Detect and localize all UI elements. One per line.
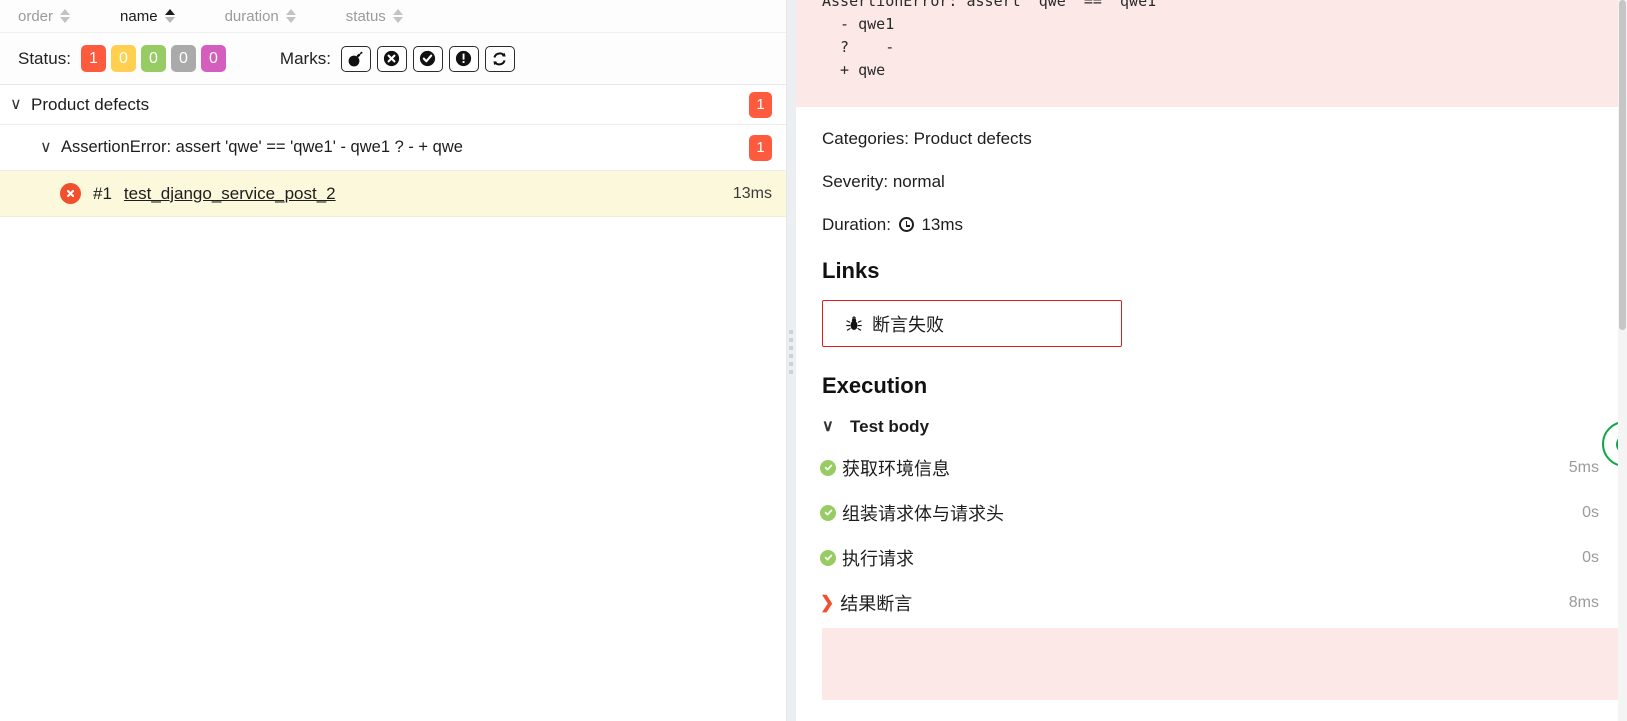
tree-test-row[interactable]: #1 test_django_service_post_2 13ms xyxy=(0,171,786,217)
sort-item-status[interactable]: status xyxy=(346,8,403,25)
bomb-icon xyxy=(349,51,364,66)
test-name-link[interactable]: test_django_service_post_2 xyxy=(124,184,336,204)
chevron-down-icon[interactable]: ∨ xyxy=(10,96,26,113)
test-detail-panel: AssertionError: assert 'qwe' == 'qwe1' -… xyxy=(796,0,1627,721)
step-error-block xyxy=(822,628,1627,700)
allure-report-window: order name duration status Status: 1 0 0 xyxy=(0,0,1627,721)
duration-value: 13ms xyxy=(921,215,964,234)
exclamation-circle-icon xyxy=(456,50,472,67)
check-circle-icon xyxy=(820,459,836,476)
execution-step-label: 结果断言 xyxy=(840,593,913,614)
sort-item-order[interactable]: order xyxy=(18,7,71,25)
tree-group-badge: 1 xyxy=(749,91,772,118)
clock-icon xyxy=(898,217,914,232)
x-circle-icon xyxy=(384,50,400,67)
tree-subgroup-label: AssertionError: assert 'qwe' == 'qwe1' -… xyxy=(61,138,463,156)
execution-step-duration: 5ms xyxy=(1568,458,1599,476)
execution-step-label: 组装请求体与请求头 xyxy=(842,503,1004,524)
panel-splitter[interactable] xyxy=(787,0,796,721)
test-meta: Categories: Product defects Severity: no… xyxy=(796,107,1627,437)
tree-group-label: Product defects xyxy=(31,94,150,114)
duration-label: Duration: xyxy=(822,215,891,234)
test-duration: 13ms xyxy=(732,184,772,202)
execution-step-row-failed[interactable]: ❯ 结果断言 8ms xyxy=(796,580,1627,625)
categories-line: Categories: Product defects xyxy=(822,129,1032,148)
execution-step-duration: 0s xyxy=(1582,548,1599,566)
chevron-right-icon[interactable]: ❯ xyxy=(820,593,834,613)
check-circle-icon xyxy=(420,50,436,67)
check-circle-icon xyxy=(820,549,836,566)
test-body-toggle[interactable]: ∨ Test body xyxy=(822,417,1601,437)
execution-steps: 获取环境信息 5ms 组装请求体与请求头 0s 执行请求 0s ❯ 结果断言 8… xyxy=(796,445,1627,700)
tree-subgroup-row[interactable]: ∨ AssertionError: assert 'qwe' == 'qwe1'… xyxy=(0,125,786,171)
chevron-down-icon[interactable]: ∨ xyxy=(40,139,56,156)
bug-icon xyxy=(846,315,862,331)
status-filter-label: Status: xyxy=(18,48,71,68)
duration-line: Duration: 13ms xyxy=(822,215,1601,235)
chevron-down-icon[interactable]: ∨ xyxy=(822,419,838,435)
refresh-icon xyxy=(493,51,507,65)
status-filter-chips: 1 0 0 0 0 xyxy=(80,45,226,72)
sort-item-duration[interactable]: duration xyxy=(225,8,296,25)
status-chip-failed[interactable]: 1 xyxy=(80,45,106,72)
status-chip-skipped[interactable]: 0 xyxy=(170,45,196,72)
sort-item-name-label: name xyxy=(120,7,158,25)
x-circle-icon xyxy=(60,183,81,204)
marks-filter-buttons xyxy=(340,45,515,72)
links-section-title: Links xyxy=(822,258,880,283)
status-chip-passed[interactable]: 0 xyxy=(140,45,166,72)
execution-step-label: 执行请求 xyxy=(842,548,914,569)
test-order-number: #1 xyxy=(93,183,112,203)
mark-broken-button[interactable] xyxy=(448,45,479,72)
page-scrollbar-thumb[interactable] xyxy=(1619,0,1626,330)
execution-step-duration: 0s xyxy=(1582,503,1599,521)
execution-step-row[interactable]: 获取环境信息 5ms xyxy=(796,445,1627,490)
execution-step-label: 获取环境信息 xyxy=(842,458,950,479)
execution-section-title: Execution xyxy=(822,373,928,398)
mark-retry-button[interactable] xyxy=(484,45,515,72)
test-tree: ∨ Product defects 1 ∨ AssertionError: as… xyxy=(0,85,786,721)
sort-bar: order name duration status xyxy=(0,0,786,33)
mark-flaky-button[interactable] xyxy=(340,45,371,72)
sort-item-status-label: status xyxy=(345,7,386,25)
sort-arrows-icon xyxy=(164,9,175,23)
mark-passed-button[interactable] xyxy=(412,45,443,72)
test-tree-panel: order name duration status Status: 1 0 0 xyxy=(0,0,787,721)
sort-item-duration-label: duration xyxy=(224,7,279,25)
sort-item-name[interactable]: name xyxy=(120,8,175,25)
marks-filter-label: Marks: xyxy=(279,48,331,68)
error-message-block: AssertionError: assert 'qwe' == 'qwe1' -… xyxy=(796,0,1627,107)
status-chip-broken[interactable]: 0 xyxy=(110,45,136,72)
sort-item-order-label: order xyxy=(18,7,54,25)
execution-step-row[interactable]: 组装请求体与请求头 0s xyxy=(796,490,1627,535)
tree-subgroup-badge: 1 xyxy=(749,134,772,161)
check-circle-icon xyxy=(820,504,836,521)
severity-line: Severity: normal xyxy=(822,172,945,191)
link-item-label: 断言失败 xyxy=(872,314,944,335)
page-scrollbar[interactable] xyxy=(1618,0,1627,721)
resize-handle-icon[interactable] xyxy=(789,330,793,374)
test-body-label: Test body xyxy=(850,417,930,436)
status-chip-unknown[interactable]: 0 xyxy=(200,45,226,72)
execution-step-duration: 8ms xyxy=(1568,593,1599,611)
execution-step-row[interactable]: 执行请求 0s xyxy=(796,535,1627,580)
sort-arrows-icon xyxy=(285,9,296,23)
filter-bar: Status: 1 0 0 0 0 Marks: xyxy=(0,33,786,85)
link-item-assertion-failure[interactable]: 断言失败 xyxy=(822,300,1122,347)
tree-group-row[interactable]: ∨ Product defects 1 xyxy=(0,85,786,125)
sort-arrows-icon xyxy=(60,9,71,23)
sort-arrows-icon xyxy=(392,9,403,23)
mark-failed-button[interactable] xyxy=(376,45,407,72)
